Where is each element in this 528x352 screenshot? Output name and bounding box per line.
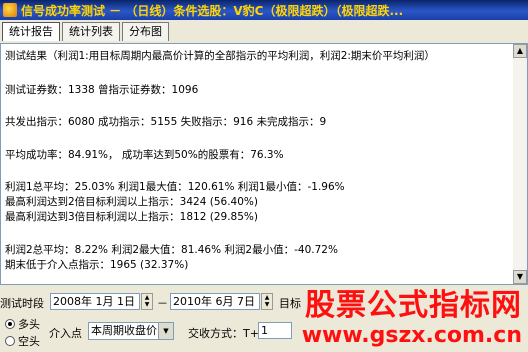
- start-date-spinner[interactable]: ▲ ▼: [141, 293, 153, 310]
- window-title: 信号成功率测试 － （日线）条件选股：V豹C（极限超跌）（极限超跌...: [21, 3, 404, 18]
- watermark: 股票公式指标网 www.gszx.com.cn: [292, 288, 522, 348]
- report-line-below-entry: 期末低于介入点指示：1965 (32.37%): [5, 259, 189, 271]
- entry-label: 介入点: [49, 327, 82, 340]
- tab-list[interactable]: 统计列表: [62, 22, 120, 41]
- radio-long[interactable]: [5, 319, 15, 329]
- report-line-3x-target: 最高利润达到3倍目标利润以上指示：1812 (29.85%): [5, 211, 258, 223]
- radio-short[interactable]: [5, 336, 15, 346]
- tab-report[interactable]: 统计报告: [2, 22, 60, 41]
- period-label: 测试时段: [0, 297, 44, 310]
- scrollbar-track[interactable]: [513, 58, 527, 270]
- report-panel[interactable]: 测试结果（利润1:用目标周期内最高价计算的全部指示的平均利润，利润2:期末价平均…: [0, 43, 528, 285]
- tab-bar: 统计报告 统计列表 分布图: [2, 22, 171, 42]
- start-date-field[interactable]: 2008年 1月 1日: [50, 293, 140, 310]
- radio-long-label: 多头: [18, 318, 40, 331]
- date-separator: －: [157, 297, 168, 310]
- report-line-header: 测试结果（利润1:用目标周期内最高价计算的全部指示的平均利润，利润2:期末价平均…: [5, 50, 435, 62]
- title-bar[interactable]: 信号成功率测试 － （日线）条件选股：V豹C（极限超跌）（极限超跌...: [0, 0, 528, 20]
- report-line-securities: 测试证券数：1338 曾指示证券数：1096: [5, 84, 199, 96]
- trade-label: 交收方式：T+: [188, 327, 259, 340]
- watermark-url: www.gszx.com.cn: [301, 323, 522, 348]
- report-line-profit1: 利润1总平均：25.03% 利润1最大值：120.61% 利润1最小值：-1.9…: [5, 181, 345, 193]
- report-line-2x-target: 最高利润达到2倍目标利润以上指示：3424 (56.40%): [5, 196, 258, 208]
- tab-distribution[interactable]: 分布图: [122, 22, 169, 41]
- end-date-field[interactable]: 2010年 6月 7日: [170, 293, 260, 310]
- end-date-spinner[interactable]: ▲ ▼: [261, 293, 273, 310]
- chevron-down-icon[interactable]: ▼: [158, 323, 173, 339]
- report-line-success-rate: 平均成功率：84.91%， 成功率达到50%的股票有：76.3%: [5, 149, 284, 161]
- radio-short-label: 空头: [18, 335, 40, 348]
- app-icon: [3, 3, 17, 17]
- entry-select-value: 本周期收盘价: [91, 324, 157, 337]
- report-line-profit2: 利润2总平均：8.22% 利润2最大值：81.46% 利润2最小值：-40.72…: [5, 244, 338, 256]
- trade-days-field[interactable]: 1: [258, 322, 292, 339]
- watermark-text: 股票公式指标网: [305, 288, 522, 323]
- scroll-up-icon[interactable]: ▲: [513, 44, 527, 58]
- scroll-down-icon[interactable]: ▼: [513, 270, 527, 284]
- entry-select[interactable]: 本周期收盘价 ▼: [88, 322, 174, 340]
- report-line-signals: 共发出指示：6080 成功指示：5155 失败指示：916 未完成指示：9: [5, 116, 327, 128]
